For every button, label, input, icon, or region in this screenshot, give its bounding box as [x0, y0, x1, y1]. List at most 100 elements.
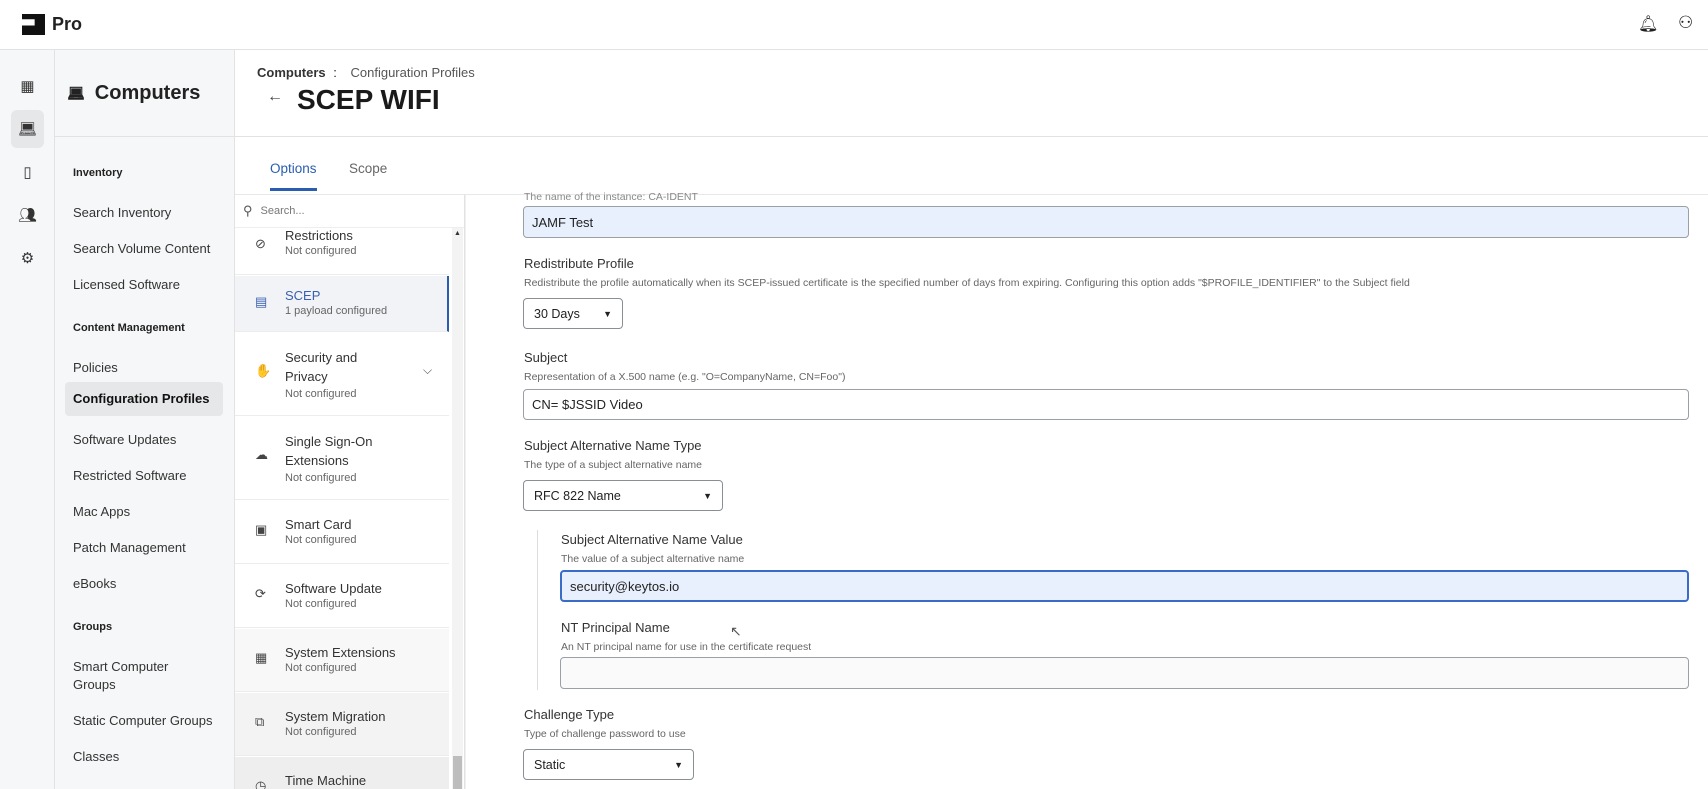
tab-options[interactable]: Options	[270, 161, 317, 191]
nt-principal-input[interactable]	[560, 657, 1689, 689]
payload-system-extensions[interactable]: ▦ System Extensions Not configured	[235, 629, 449, 692]
tab-scope[interactable]: Scope	[349, 161, 387, 188]
subject-desc: Representation of a X.500 name (e.g. "O=…	[524, 371, 846, 383]
payload-status: Not configured	[285, 598, 357, 610]
bell-icon[interactable]: 🔔︎	[1638, 14, 1658, 34]
search-placeholder: Search...	[260, 205, 305, 217]
san-value-label: Subject Alternative Name Value	[561, 532, 743, 547]
chevron-down-icon[interactable]: ⌵	[423, 363, 432, 378]
sidebar-item-software-updates[interactable]: Software Updates	[65, 425, 223, 455]
san-type-value: RFC 822 Name	[534, 488, 621, 503]
san-type-select[interactable]: RFC 822 Name ▼	[523, 480, 723, 511]
app-title: Pro	[52, 14, 83, 34]
sidebar-item-licensed-software[interactable]: Licensed Software	[65, 270, 223, 300]
challenge-type-value: Static	[534, 757, 566, 772]
payload-name: Single Sign-On Extensions	[285, 434, 373, 468]
payload-name: Time Machine	[285, 773, 367, 788]
breadcrumb-separator: :	[333, 65, 337, 80]
top-bar: Pro 🔔︎ ⚇	[0, 0, 1708, 50]
restrictions-icon: ⊘	[255, 236, 266, 251]
san-value-input[interactable]: security@keytos.io	[560, 570, 1689, 602]
payload-security-and-privacy[interactable]: ✋ Security and Privacy Not configured ⌵	[235, 333, 449, 416]
section-groups: Groups	[73, 621, 113, 633]
payload-status: Not configured	[285, 388, 357, 400]
payload-status: Not configured	[285, 726, 357, 738]
san-type-desc: The type of a subject alternative name	[524, 459, 703, 471]
sidebar: 💻︎ Computers Inventory Search Inventory S…	[55, 50, 235, 789]
clock-icon: ◷	[255, 778, 267, 789]
payload-scrollbar[interactable]: ▲	[452, 228, 463, 789]
payload-status: Not configured	[285, 534, 357, 546]
payload-status: Not configured	[285, 472, 357, 484]
instance-name-input[interactable]: JAMF Test	[523, 206, 1689, 238]
sidebar-item-policies[interactable]: Policies	[65, 353, 223, 383]
instance-desc: The name of the instance: CA-IDENT	[524, 191, 698, 203]
challenge-type-select[interactable]: Static ▼	[523, 749, 694, 780]
payload-name: Security and Privacy	[285, 350, 358, 384]
redistribute-select[interactable]: 30 Days ▼	[523, 298, 623, 329]
settings-icon[interactable]: ⚙	[11, 239, 44, 277]
caret-down-icon: ▼	[674, 759, 683, 770]
sidebar-item-configuration-profiles[interactable]: Configuration Profiles	[65, 382, 223, 416]
breadcrumb-configuration-profiles[interactable]: Configuration Profiles	[351, 65, 475, 80]
payload-restrictions[interactable]: ⊘ Restrictions Not configured	[235, 228, 449, 275]
payload-name: Software Update	[285, 581, 382, 596]
sidebar-item-mac-apps[interactable]: Mac Apps	[65, 497, 223, 527]
payload-status: 1 payload configured	[285, 305, 388, 317]
caret-down-icon: ▼	[703, 490, 712, 501]
sidebar-item-search-volume-content[interactable]: Search Volume Content	[65, 234, 223, 264]
sidebar-item-static-computer-groups[interactable]: Static Computer Groups	[65, 706, 223, 736]
section-content-management: Content Management	[73, 322, 185, 334]
page-title: SCEP WIFI	[297, 84, 440, 115]
user-icon[interactable]: ⚇	[1678, 13, 1693, 33]
payload-name: System Migration	[285, 709, 386, 724]
dashboard-icon[interactable]: ▦	[11, 67, 44, 105]
sidebar-item-ebooks[interactable]: eBooks	[65, 569, 223, 599]
scep-icon: ▤	[255, 294, 268, 309]
payload-status: Not configured	[285, 245, 357, 257]
subject-input[interactable]: CN= $JSSID Video	[523, 389, 1689, 420]
breadcrumb-computers[interactable]: Computers	[257, 65, 326, 80]
payload-single-sign-on-extensions[interactable]: ☁ Single Sign-On Extensions Not configured	[235, 417, 449, 500]
sidebar-item-restricted-software[interactable]: Restricted Software	[65, 461, 223, 491]
payload-list: ⚲ Search... ⊘ Restrictions Not configured …	[235, 195, 465, 789]
payload-name: System Extensions	[285, 645, 396, 660]
users-icon[interactable]: 👥︎	[11, 196, 44, 234]
mouse-cursor-icon: ↖	[730, 623, 742, 639]
payload-status: Not configured	[285, 662, 357, 674]
tab-bar: Options Scope	[235, 137, 1708, 195]
redistribute-desc: Redistribute the profile automatically w…	[524, 277, 1410, 289]
sidebar-item-search-inventory[interactable]: Search Inventory	[65, 198, 223, 228]
payload-scep[interactable]: ▤ SCEP 1 payload configured	[235, 276, 449, 332]
challenge-type-desc: Type of challenge password to use	[524, 728, 686, 740]
sidebar-title: Computers	[94, 81, 201, 104]
sidebar-item-classes[interactable]: Classes	[65, 742, 223, 772]
back-arrow-icon[interactable]: ←	[267, 88, 283, 106]
payload-system-migration[interactable]: ⧉ System Migration Not configured	[235, 693, 449, 756]
payload-smart-card[interactable]: ▣ Smart Card Not configured	[235, 501, 449, 564]
san-type-label: Subject Alternative Name Type	[524, 438, 702, 453]
scroll-thumb[interactable]	[453, 756, 462, 789]
redistribute-label: Redistribute Profile	[524, 256, 634, 271]
payload-search[interactable]: ⚲ Search...	[235, 195, 464, 228]
breadcrumb: Computers : Configuration Profiles	[257, 65, 475, 80]
payload-time-machine[interactable]: ◷ Time Machine	[235, 757, 449, 789]
sidebar-header: 💻︎ Computers	[55, 50, 234, 137]
computer-icon[interactable]: 💻︎	[11, 110, 44, 148]
migration-icon: ⧉	[255, 714, 265, 729]
payload-software-update[interactable]: ⟳ Software Update Not configured	[235, 565, 449, 628]
scroll-up-icon[interactable]: ▲	[454, 230, 461, 237]
nested-divider	[537, 530, 538, 690]
laptop-icon: 💻︎	[67, 84, 85, 101]
jamf-logo	[22, 14, 45, 35]
nt-principal-desc: An NT principal name for use in the cert…	[561, 641, 812, 653]
sidebar-item-smart-computer-groups[interactable]: Smart Computer Groups	[65, 652, 195, 700]
sidebar-item-patch-management[interactable]: Patch Management	[65, 533, 223, 563]
cloud-icon: ☁	[255, 447, 268, 462]
nt-principal-label: NT Principal Name	[561, 620, 670, 635]
section-inventory: Inventory	[73, 167, 123, 179]
devices-icon[interactable]: ▯	[11, 153, 44, 191]
hand-icon: ✋	[255, 363, 272, 378]
payload-name: Smart Card	[285, 517, 352, 532]
san-value-desc: The value of a subject alternative name	[561, 553, 745, 565]
